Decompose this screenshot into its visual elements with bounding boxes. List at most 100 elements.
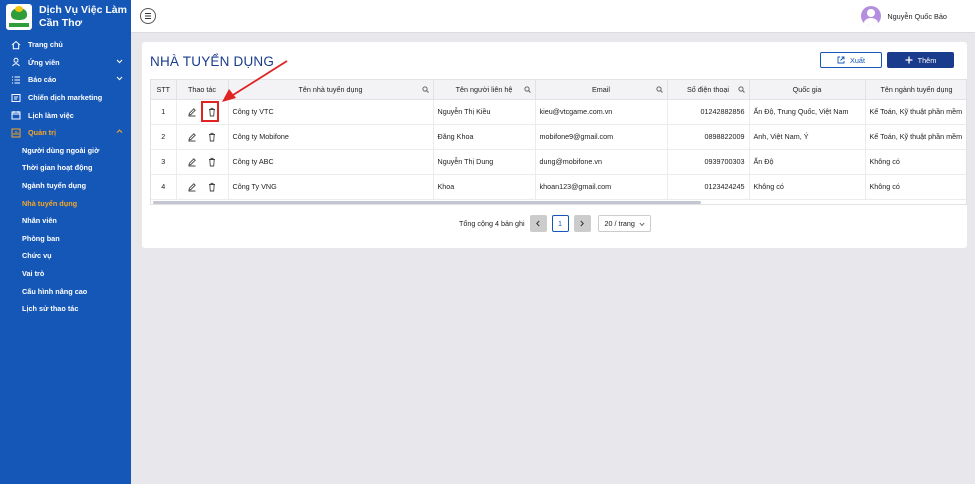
hamburger-icon [145,13,151,19]
pagination: Tổng cộng 4 bản ghi 1 20 / trang [459,215,651,232]
cell-country: Không có [749,174,866,200]
sidebar-item-marketing[interactable]: Chiến dịch marketing [0,89,131,107]
delete-icon[interactable] [207,182,217,192]
sidebar-item-schedule[interactable]: Lịch làm việc [0,106,131,124]
sidebar-subitem-industries[interactable]: Ngành tuyển dụng [0,177,131,195]
cell-industry: Không có [865,174,966,200]
menu-toggle-button[interactable] [140,8,156,24]
export-button[interactable]: Xuất [820,52,882,68]
calendar-icon [10,110,21,121]
chevron-down-icon[interactable] [116,58,123,65]
add-label: Thêm [917,55,937,65]
chevron-down-icon[interactable] [116,75,123,82]
avatar [861,6,882,26]
sidebar-subitem-label: Phòng ban [22,233,60,243]
delete-icon[interactable] [207,157,217,167]
page-size-select[interactable]: 20 / trang [597,215,651,232]
search-icon[interactable] [655,86,663,93]
search-icon[interactable] [421,86,429,93]
user-menu[interactable]: Nguyễn Quốc Bảo [861,6,947,26]
sidebar-subitem-label: Cấu hình nâng cao [22,286,88,296]
add-employer-button[interactable]: Thêm [887,52,954,68]
cell-contact: Đăng Khoa [433,124,536,150]
chevron-left-icon [536,220,540,227]
cell-phone: 01242882856 [667,99,750,125]
sidebar-item-label: Báo cáo [28,75,57,85]
table-row: 3 Công ty ABC Nguyễn Thị Dung dung@mobif… [151,149,966,175]
cell-actions [176,149,229,175]
column-header-label: Tên nhà tuyển dụng [298,84,363,94]
brand-name: Dịch Vụ Việc Làm Cần Thơ [39,4,127,30]
cell-company: Công Ty VNG [228,174,434,200]
cell-country: Ấn Độ [749,149,866,175]
cell-contact: Khoa [433,174,536,200]
column-header-stt: STT [151,80,177,100]
next-page-button[interactable] [573,215,591,232]
column-header-phone: Số điện thoại [667,80,750,100]
sidebar-item-label: Quản trị [28,128,56,138]
edit-icon[interactable] [187,107,197,117]
cell-stt: 3 [151,149,177,175]
table-row: 2 Công ty Mobifone Đăng Khoa mobifone9@g… [151,124,966,150]
page-size-value: 20 / trang [604,219,635,228]
sidebar-subitem-employers[interactable]: Nhà tuyển dụng [0,194,131,212]
cell-stt: 1 [151,99,177,125]
sidebar-subitem-departments[interactable]: Phòng ban [0,230,131,248]
sidebar-subitem-label: Ngành tuyển dụng [22,181,87,191]
cell-email: kieu@vtcgame.com.vn [535,99,668,125]
highlight-box [201,101,219,122]
cell-email: dung@mobifone.vn [535,149,668,175]
sidebar-subitem-advanced-config[interactable]: Cấu hình nâng cao [0,282,131,300]
chevron-up-icon[interactable] [116,128,123,135]
page-number-button[interactable]: 1 [551,215,569,232]
sidebar-subitem-staff[interactable]: Nhân viên [0,212,131,230]
cell-contact: Nguyễn Thị Dung [433,149,536,175]
sidebar-subitem-roles[interactable]: Vai trò [0,265,131,283]
column-header-label: Email [592,84,610,94]
search-icon[interactable] [523,86,531,93]
brand-line-1: Dịch Vụ Việc Làm [39,4,127,16]
column-header-industry: Tên ngành tuyển dụng [865,80,966,100]
sidebar-item-home[interactable]: Trang chủ [0,36,131,54]
admin-icon [10,127,21,138]
employer-table: STT Thao tác Tên nhà tuyển dụng Tên ngườ… [150,79,967,205]
export-icon [837,56,845,64]
cell-phone: 0939700303 [667,149,750,175]
plus-icon [905,56,913,64]
table: STT Thao tác Tên nhà tuyển dụng Tên ngườ… [151,80,966,200]
delete-icon[interactable] [207,132,217,142]
cell-industry: Kế Toán, Kỹ thuật phần mềm [865,99,966,125]
table-row: 1 Công ty VTC Nguyễn Thị Kiều kieu@vtcga… [151,99,966,125]
sidebar-subitem-activity-time[interactable]: Thời gian hoạt động [0,159,131,177]
horizontal-scrollbar[interactable] [153,201,701,204]
brand[interactable]: Dịch Vụ Việc Làm Cần Thơ [0,0,131,34]
sidebar-subitem-overtime-users[interactable]: Người dùng ngoài giờ [0,142,131,160]
sidebar-menu: Trang chủ Ứng viên Báo cáo Chiến dịch ma… [0,36,131,318]
export-label: Xuất [849,55,865,65]
cell-email: mobifone9@gmail.com [535,124,668,150]
page-title: NHÀ TUYỂN DỤNG [150,54,275,69]
chevron-down-icon [639,222,645,227]
sidebar-subitem-label: Nhà tuyển dụng [22,198,78,208]
sidebar-subitem-label: Vai trò [22,269,45,279]
sidebar-item-admin[interactable]: Quản trị [0,124,131,142]
sidebar-subitem-positions[interactable]: Chức vụ [0,247,131,265]
edit-icon[interactable] [187,157,197,167]
sidebar-subitem-action-history[interactable]: Lịch sử thao tác [0,300,131,318]
total-records: Tổng cộng 4 bản ghi [459,219,525,228]
cell-country: Anh, Việt Nam, Ý [749,124,866,150]
cell-company: Công ty Mobifone [228,124,434,150]
cell-email: khoan123@gmail.com [535,174,668,200]
cell-phone: 0123424245 [667,174,750,200]
edit-icon[interactable] [187,132,197,142]
column-header-email: Email [535,80,668,100]
column-header-label: Số điện thoại [687,84,729,94]
topbar: Nguyễn Quốc Bảo [131,0,975,33]
cell-country: Ấn Độ, Trung Quốc, Việt Nam [749,99,866,125]
search-icon[interactable] [737,86,745,93]
prev-page-button[interactable] [529,215,547,232]
user-name: Nguyễn Quốc Bảo [887,11,947,21]
sidebar-item-candidates[interactable]: Ứng viên [0,54,131,72]
sidebar-item-reports[interactable]: Báo cáo [0,71,131,89]
edit-icon[interactable] [187,182,197,192]
